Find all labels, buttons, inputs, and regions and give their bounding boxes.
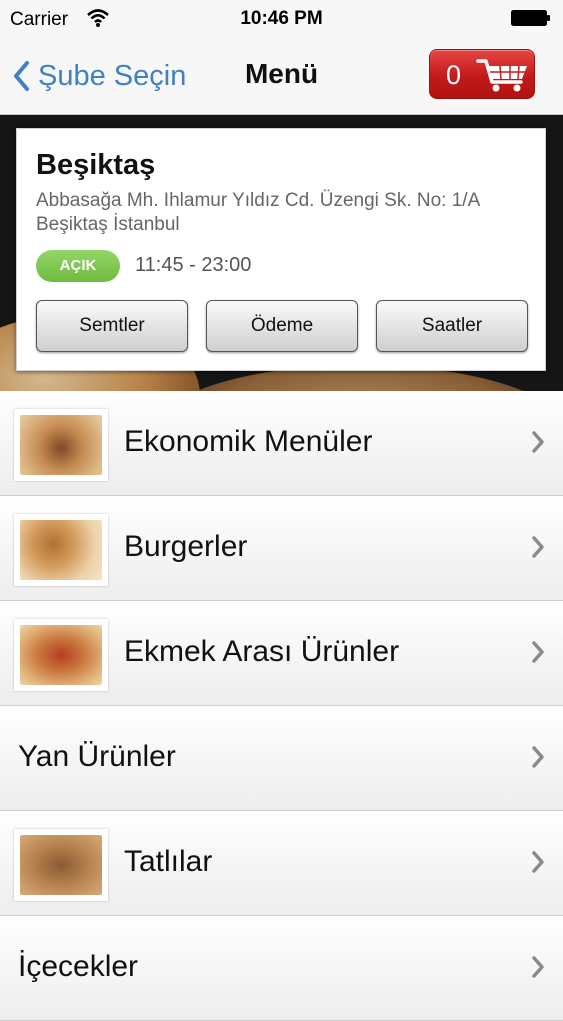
category-row-ekonomik-menuler[interactable]: Ekonomik Menüler [0,391,563,496]
back-label: Şube Seçin [38,59,187,92]
category-label: İçecekler [18,950,139,983]
chevron-right-icon [532,746,544,768]
category-row-icecekler[interactable]: İçecekler [0,916,563,1021]
category-label: Burgerler [124,530,248,563]
navigation-bar: Şube Seçin Menü 0 [0,38,563,115]
chevron-right-icon [532,851,544,873]
chevron-right-icon [532,536,544,558]
category-row-tatlilar[interactable]: Tatlılar [0,811,563,916]
category-thumbnail [14,409,108,481]
category-label: Ekonomik Menüler [124,425,373,458]
branch-info-card: Beşiktaş Abbasağa Mh. Ihlamur Yıldız Cd.… [16,128,546,371]
category-thumbnail [14,514,108,586]
category-row-yan-urunler[interactable]: Yan Ürünler [0,706,563,811]
branch-hero: Beşiktaş Abbasağa Mh. Ihlamur Yıldız Cd.… [0,115,563,391]
status-badge: AÇIK [36,250,120,282]
hours-button[interactable]: Saatler [376,300,528,352]
chevron-right-icon [532,641,544,663]
districts-button[interactable]: Semtler [36,300,188,352]
category-thumbnail [14,619,108,691]
category-row-ekmek-arasi[interactable]: Ekmek Arası Ürünler [0,601,563,706]
chevron-right-icon [532,956,544,978]
category-label: Ekmek Arası Ürünler [124,635,400,668]
opening-hours: 11:45 - 23:00 [135,254,252,276]
category-list: Ekonomik Menüler Burgerler Ekmek Arası Ü… [0,391,563,1021]
clock: 10:46 PM [240,8,323,29]
chevron-left-icon [14,61,29,91]
battery-icon [511,10,551,26]
category-label: Tatlılar [124,845,213,878]
back-button[interactable]: Şube Seçin [12,56,186,96]
cart-count: 0 [446,60,462,90]
payment-button[interactable]: Ödeme [206,300,358,352]
branch-address: Abbasağa Mh. Ihlamur Yıldız Cd. Üzengi S… [36,190,480,235]
chevron-right-icon [532,431,544,453]
cart-button[interactable]: 0 [429,49,535,99]
category-thumbnail [14,829,108,901]
category-label: Yan Ürünler [18,740,176,773]
shopping-cart-icon [476,59,527,92]
branch-name: Beşiktaş [36,149,156,181]
status-bar: Carrier 10:46 PM [0,0,563,38]
category-row-burgerler[interactable]: Burgerler [0,496,563,601]
